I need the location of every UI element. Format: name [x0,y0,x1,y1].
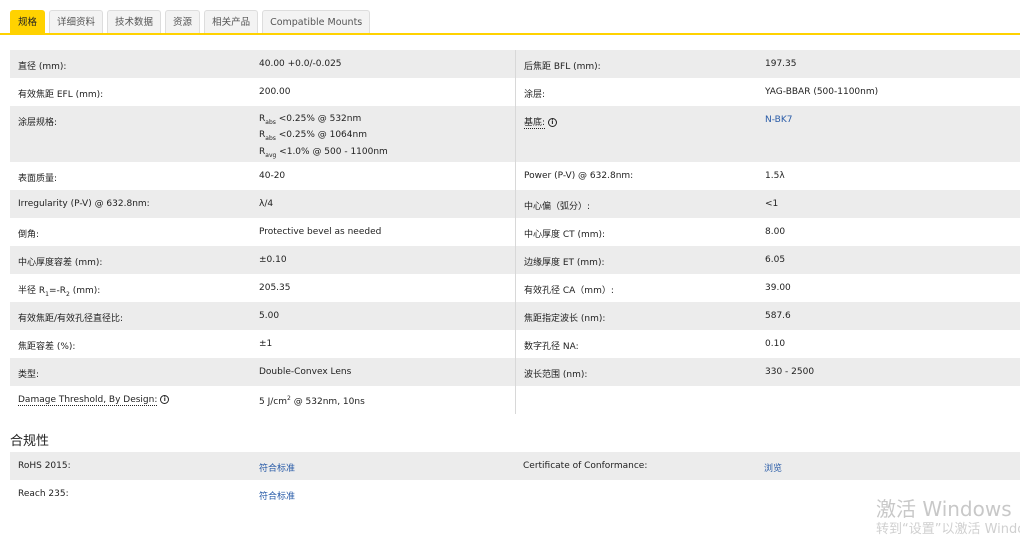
spec-value: 0.10 [765,338,786,349]
spec-value: 39.00 [765,282,791,293]
spec-label: 数字孔径 NA: [524,341,579,352]
compliance-label: RoHS 2015: [18,461,71,471]
spec-value: 205.35 [259,282,291,293]
spec-label: 中心厚度容差 (mm): [18,257,103,268]
compliance-label: Certificate of Conformance: [523,461,648,471]
spec-label: 波长范围 (nm): [524,369,588,380]
spec-label: 焦距指定波长 (nm): [524,313,606,324]
spec-label: 类型: [18,369,40,380]
spec-label: 边缘厚度 ET (mm): [524,257,605,268]
tab-details[interactable]: 详细资料 [49,10,104,33]
spec-label: 有效焦距/有效孔径直径比: [18,313,124,324]
tab-specs[interactable]: 规格 [10,10,46,33]
spec-label: Power (P-V) @ 632.8nm: [524,170,634,181]
spec-label: 后焦距 BFL (mm): [524,62,601,72]
tab-underline [0,33,1020,35]
info-icon[interactable]: i [160,394,170,404]
spec-label: 涂层规格: [18,118,58,128]
spec-value: 587.6 [765,310,791,321]
spec-label: 倒角: [18,229,40,240]
spec-value: ±1 [259,338,273,349]
spec-value: ±0.10 [259,254,287,265]
spec-value: 6.05 [765,254,786,265]
spec-value: 8.00 [765,226,786,237]
spec-value: Protective bevel as needed [259,226,382,237]
tab-related-products[interactable]: 相关产品 [204,10,259,33]
spec-value: 197.35 [765,59,797,69]
substrate-link[interactable]: N-BK7 [765,115,1020,162]
table-row: 倒角: Protective bevel as needed 中心厚度 CT (m… [10,217,1020,246]
spec-label: 有效孔径 CA（mm）: [524,285,614,296]
tab-resources[interactable]: 资源 [165,10,201,33]
table-row: 半径 R1=-R2 (mm): 205.35 有效孔径 CA（mm）: 39.00 [10,273,1020,302]
spec-value: <1 [765,198,779,209]
substrate-label[interactable]: 基底: [524,118,546,129]
rohs-link[interactable]: 符合标准 [259,461,515,480]
spec-value: 5.00 [259,310,280,321]
spec-value: YAG-BBAR (500-1100nm) [765,87,879,97]
spec-label: 焦距容差 (%): [18,341,76,352]
spec-label: 中心厚度 CT (mm): [524,229,606,240]
spec-value: 1.5λ [765,170,785,181]
spec-table: 直径 (mm): 40.00 +0.0/-0.025 后焦距 BFL (mm): 1… [10,50,1020,414]
info-icon[interactable]: i [547,118,557,127]
spec-value: 5 J/cm2 @ 532nm, 10ns [259,394,365,407]
compliance-table: RoHS 2015: 符合标准 Certificate of Conformanc… [10,452,1020,508]
spec-value: 40.00 +0.0/-0.025 [259,59,342,69]
damage-threshold-label[interactable]: Damage Threshold, By Design: [18,394,158,406]
certificate-view-link[interactable]: 浏览 [764,461,1020,480]
table-row: 直径 (mm): 40.00 +0.0/-0.025 后焦距 BFL (mm): 1… [10,50,1020,78]
tab-compatible-mounts[interactable]: Compatible Mounts [262,10,371,33]
table-row: 涂层规格: Rabs <0.25% @ 532nm Rabs <0.25% @ … [10,106,1020,162]
spec-value: Double-Convex Lens [259,366,352,377]
tab-bar: 规格 详细资料 技术数据 资源 相关产品 Compatible Mounts [10,10,371,33]
table-row: Reach 235: 符合标准 [10,480,1020,508]
coating-spec-value: Rabs <0.25% @ 532nm Rabs <0.25% @ 1064nm… [259,114,388,159]
compliance-heading: 合规性 [10,434,50,449]
tab-tech-data[interactable]: 技术数据 [107,10,162,33]
table-row: Irregularity (P-V) @ 632.8nm: λ/4 中心偏（弧分）… [10,189,1020,218]
compliance-label: Reach 235: [18,489,69,499]
spec-label: 半径 R1=-R2 (mm): [18,285,101,298]
table-row: 有效焦距/有效孔径直径比: 5.00 焦距指定波长 (nm): 587.6 [10,301,1020,330]
spec-value: 330 - 2500 [765,366,815,377]
spec-label: 表面质量: [18,173,58,184]
spec-value: 40-20 [259,170,286,181]
table-row: 有效焦距 EFL (mm): 200.00 涂层: YAG-BBAR (500-11… [10,78,1020,106]
spec-label: 中心偏（弧分）: [524,201,591,212]
reach-link[interactable]: 符合标准 [259,489,515,508]
spec-value: 200.00 [259,87,291,97]
spec-label: Irregularity (P-V) @ 632.8nm: [18,198,150,209]
spec-label: 涂层: [524,90,546,100]
table-row: 类型: Double-Convex Lens 波长范围 (nm): 330 - 25… [10,357,1020,386]
table-row: RoHS 2015: 符合标准 Certificate of Conformanc… [10,452,1020,480]
table-row: Damage Threshold, By Design: i 5 J/cm2 @ … [10,385,1020,414]
windows-activation-hint: 转到“设置”以激活 Windows。 [876,522,1020,537]
table-row: 焦距容差 (%): ±1 数字孔径 NA: 0.10 [10,329,1020,358]
spec-label: 有效焦距 EFL (mm): [18,90,104,100]
spec-value: λ/4 [259,198,274,209]
table-row: 表面质量: 40-20 Power (P-V) @ 632.8nm: 1.5λ [10,161,1020,190]
spec-label: 直径 (mm): [18,62,67,72]
table-row: 中心厚度容差 (mm): ±0.10 边缘厚度 ET (mm): 6.05 [10,245,1020,274]
